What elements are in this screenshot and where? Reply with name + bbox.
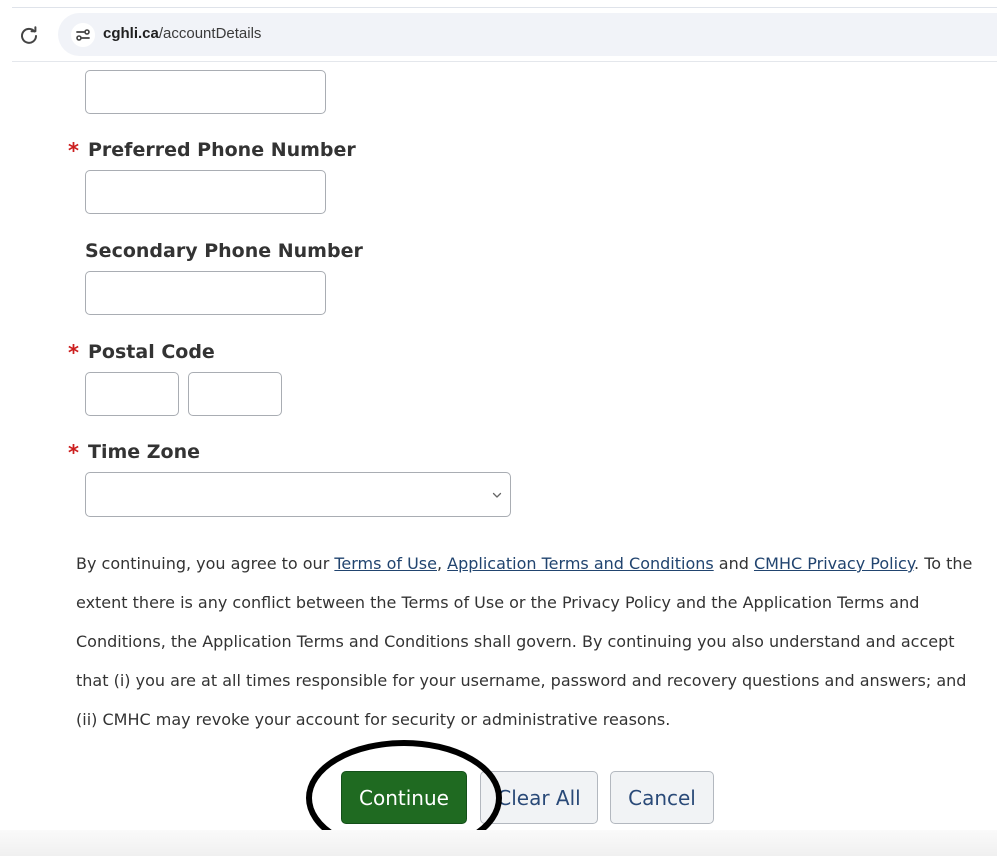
terms-of-use-link[interactable]: Terms of Use bbox=[334, 554, 437, 573]
browser-bar-divider bbox=[12, 61, 997, 62]
url-host: cghli.ca bbox=[103, 25, 159, 42]
required-marker: * bbox=[68, 441, 79, 465]
page: cghli.ca/accountDetails * Preferred Phon… bbox=[0, 0, 997, 856]
terms-intro-text: By continuing, you agree to our bbox=[76, 554, 335, 573]
bottom-strip bbox=[0, 830, 997, 856]
secondary-phone-label: Secondary Phone Number bbox=[85, 240, 363, 262]
continue-button[interactable]: Continue bbox=[341, 771, 467, 824]
url-bar[interactable]: cghli.ca/accountDetails bbox=[58, 13, 997, 56]
url-text: cghli.ca/accountDetails bbox=[103, 25, 261, 42]
required-marker: * bbox=[68, 139, 79, 163]
terms-body-text: . To the extent there is any conflict be… bbox=[76, 554, 973, 729]
time-zone-select[interactable] bbox=[85, 472, 511, 517]
tab-strip-divider bbox=[12, 7, 997, 8]
terms-paragraph: By continuing, you agree to our Terms of… bbox=[76, 544, 986, 739]
preferred-phone-label: Preferred Phone Number bbox=[88, 139, 356, 161]
clear-all-button[interactable]: Clear All bbox=[480, 771, 598, 824]
required-marker: * bbox=[68, 341, 79, 365]
postal-code-part1-input[interactable] bbox=[85, 372, 179, 416]
application-terms-link[interactable]: Application Terms and Conditions bbox=[447, 554, 714, 573]
postal-code-label: Postal Code bbox=[88, 341, 215, 363]
previous-field-input[interactable] bbox=[85, 70, 326, 114]
preferred-phone-input[interactable] bbox=[85, 170, 326, 214]
terms-separator: and bbox=[713, 554, 754, 573]
cancel-button[interactable]: Cancel bbox=[610, 771, 714, 824]
postal-code-part2-input[interactable] bbox=[188, 372, 282, 416]
time-zone-label: Time Zone bbox=[88, 441, 201, 463]
cmhc-privacy-policy-link[interactable]: CMHC Privacy Policy bbox=[754, 554, 914, 573]
reload-icon[interactable] bbox=[18, 24, 40, 46]
site-info-icon[interactable] bbox=[71, 23, 95, 47]
browser-address-bar: cghli.ca/accountDetails bbox=[0, 0, 997, 62]
terms-separator: , bbox=[436, 554, 448, 573]
chevron-down-icon bbox=[492, 492, 502, 498]
secondary-phone-input[interactable] bbox=[85, 271, 326, 315]
url-path: /accountDetails bbox=[158, 25, 262, 42]
